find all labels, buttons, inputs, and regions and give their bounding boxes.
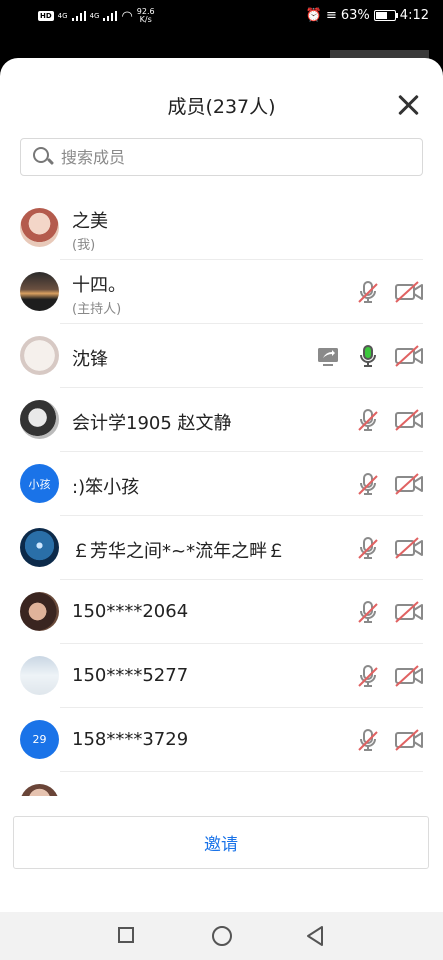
member-list[interactable]: 之美 (我) 十四。 (主持人) 沈锋 会计学1905 赵文静 小孩 :)笨小孩 ￡芳华… <box>0 196 443 796</box>
list-item[interactable]: 十四。 (主持人) <box>0 260 443 324</box>
avatar <box>20 592 59 631</box>
signal-icon <box>103 11 118 21</box>
camera-off-icon[interactable] <box>394 280 424 304</box>
member-name: 150****2064 <box>72 601 189 622</box>
invite-label: 邀请 <box>204 835 238 855</box>
search-box[interactable] <box>20 138 423 176</box>
avatar: 小孩 <box>20 464 59 503</box>
avatar <box>20 272 59 311</box>
camera-off-icon[interactable] <box>394 344 424 368</box>
status-right: ⏰ ≡ 63% 4:12 <box>306 8 429 23</box>
page-title: 成员(237人) <box>167 96 276 118</box>
avatar <box>20 784 59 796</box>
status-bar: HD 4G 4G ◠ 92.6 K/s ⏰ ≡ 63% 4:12 <box>0 0 443 36</box>
battery-fill <box>375 12 388 19</box>
mic-muted-icon[interactable] <box>356 728 380 752</box>
screen-share-icon[interactable] <box>316 344 340 368</box>
list-item[interactable] <box>0 772 443 796</box>
network-label-2: 4G <box>89 12 100 20</box>
signal-icon <box>71 11 86 21</box>
mic-muted-icon[interactable] <box>356 408 380 432</box>
members-sheet: 成员(237人) 之美 (我) 十四。 (主持人) 沈锋 会计学1905 赵文静 小孩… <box>0 58 443 912</box>
list-item[interactable]: ￡芳华之间*~*流年之畔￡ <box>0 516 443 580</box>
member-name: ￡芳华之间*~*流年之畔￡ <box>72 541 286 562</box>
alarm-icon: ⏰ <box>305 8 322 23</box>
member-name: 158****3729 <box>72 729 189 750</box>
status-left: HD 4G 4G ◠ 92.6 K/s <box>38 8 155 24</box>
list-item[interactable]: 沈锋 <box>0 324 443 388</box>
wifi-icon: ◠ <box>121 8 133 24</box>
mic-muted-icon[interactable] <box>356 536 380 560</box>
close-icon[interactable] <box>397 94 419 116</box>
camera-off-icon[interactable] <box>394 536 424 560</box>
member-name: 沈锋 <box>72 349 108 370</box>
home-icon[interactable] <box>212 926 232 946</box>
list-item[interactable]: 150****5277 <box>0 644 443 708</box>
member-role: (我) <box>72 238 96 253</box>
mic-muted-icon[interactable] <box>356 664 380 688</box>
invite-button[interactable]: 邀请 <box>13 816 429 869</box>
member-name: 之美 <box>72 211 108 232</box>
back-icon[interactable] <box>305 925 325 947</box>
mic-active-icon[interactable] <box>356 344 380 368</box>
list-item[interactable]: 小孩 :)笨小孩 <box>0 452 443 516</box>
mic-muted-icon[interactable] <box>356 600 380 624</box>
member-name: 150****5277 <box>72 665 189 686</box>
vibrate-icon: ≡ <box>325 8 337 23</box>
avatar <box>20 656 59 695</box>
speed-unit: K/s <box>139 15 152 24</box>
recents-icon[interactable] <box>118 927 134 943</box>
member-name: 会计学1905 赵文静 <box>72 413 232 434</box>
clock: 4:12 <box>399 8 429 23</box>
battery-icon <box>373 10 398 21</box>
camera-off-icon[interactable] <box>394 472 424 496</box>
camera-off-icon[interactable] <box>394 728 424 752</box>
list-item[interactable]: 29 158****3729 <box>0 708 443 772</box>
list-item[interactable]: 150****2064 <box>0 580 443 644</box>
camera-off-icon[interactable] <box>394 664 424 688</box>
member-name: 十四。 <box>72 275 126 296</box>
network-label-1: 4G <box>57 12 68 20</box>
search-input[interactable] <box>59 146 422 168</box>
avatar <box>20 336 59 375</box>
list-item[interactable]: 会计学1905 赵文静 <box>0 388 443 452</box>
hd-badge: HD <box>38 11 54 21</box>
mic-muted-icon[interactable] <box>356 472 380 496</box>
navigation-bar <box>0 912 443 960</box>
avatar <box>20 528 59 567</box>
camera-off-icon[interactable] <box>394 600 424 624</box>
network-speed: 92.6 K/s <box>137 8 155 24</box>
member-role: (主持人) <box>72 302 122 317</box>
avatar <box>20 400 59 439</box>
member-name: :)笨小孩 <box>72 477 140 498</box>
list-item[interactable]: 之美 (我) <box>0 196 443 260</box>
battery-percent: 63% <box>340 8 370 23</box>
avatar: 29 <box>20 720 59 759</box>
camera-off-icon[interactable] <box>394 408 424 432</box>
mic-muted-icon[interactable] <box>356 280 380 304</box>
avatar <box>20 208 59 247</box>
search-icon <box>33 147 53 167</box>
